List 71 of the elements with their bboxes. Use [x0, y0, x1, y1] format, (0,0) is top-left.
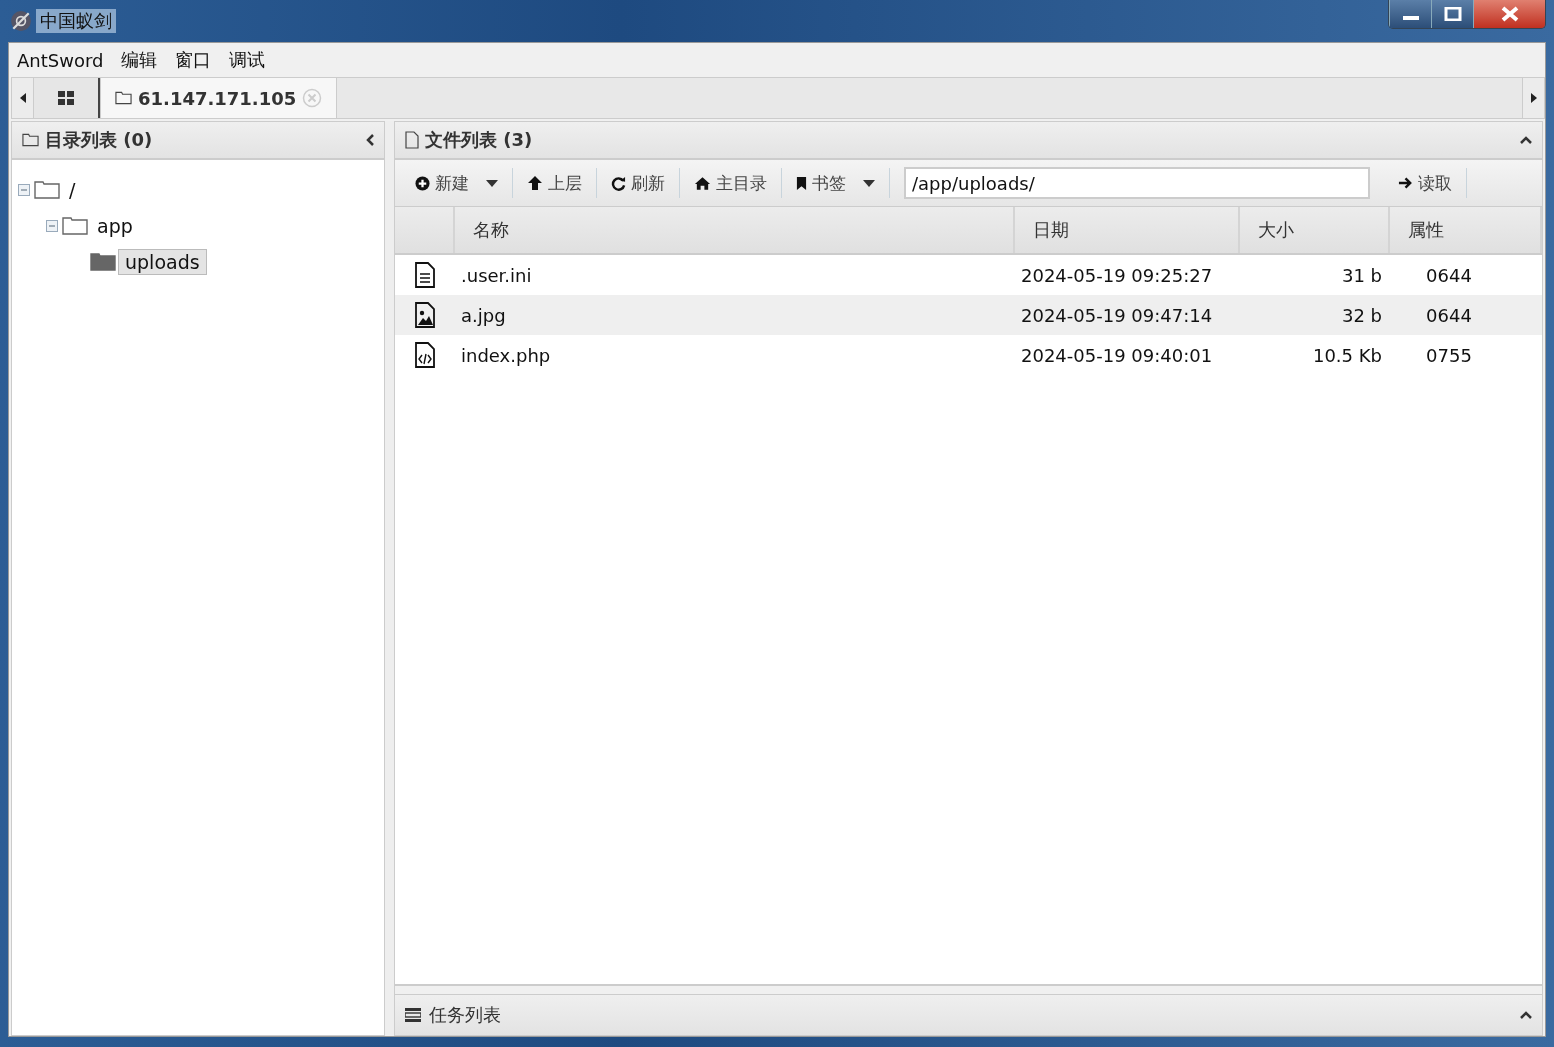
file-row[interactable]: .user.ini 2024-05-19 09:25:27 31 b 0644 [395, 255, 1542, 295]
file-row[interactable]: index.php 2024-05-19 09:40:01 10.5 Kb 0755 [395, 335, 1542, 375]
toolbar-button[interactable]: 书签 [782, 171, 889, 195]
column-header[interactable]: 大小 [1240, 207, 1390, 253]
minimize-button[interactable] [1389, 0, 1431, 28]
minimize-icon [1402, 16, 1419, 20]
code-file-icon [415, 342, 435, 368]
path-field[interactable]: /app/uploads/ [904, 167, 1370, 199]
tree-item[interactable]: app [90, 213, 140, 239]
up-arrow-icon [527, 175, 543, 191]
toolbar-button[interactable]: 上层 [513, 171, 596, 195]
left-triangle-icon [19, 93, 26, 103]
maximize-button[interactable] [1431, 0, 1473, 28]
plus-circle-icon [415, 175, 430, 191]
panel-title: 目录列表 (0) [45, 128, 153, 152]
menu-item[interactable]: 调试 [229, 48, 266, 72]
close-icon [1499, 6, 1520, 22]
home-icon [694, 175, 711, 191]
menu-item[interactable]: 窗口 [175, 48, 212, 72]
column-header[interactable]: 日期 [1015, 207, 1240, 253]
app-logo-icon [10, 10, 32, 32]
toolbar-button[interactable]: 主目录 [680, 171, 781, 195]
collapse-toggle-icon[interactable] [18, 184, 30, 196]
table-cell-text: 0644 [1425, 303, 1473, 328]
image-file-icon [415, 302, 435, 328]
panel-title: 文件列表 (3) [425, 128, 533, 152]
column-header[interactable]: 属性 [1390, 207, 1542, 253]
folder-icon [22, 133, 39, 147]
file-row[interactable]: a.jpg 2024-05-19 09:47:14 32 b 0644 [395, 295, 1542, 335]
tree-item[interactable]: uploads [118, 249, 207, 275]
table-cell-text: index.php [460, 343, 552, 368]
text-file-icon [415, 262, 435, 288]
column-header[interactable]: 名称 [455, 207, 1015, 253]
menu-item[interactable]: 编辑 [121, 48, 158, 72]
folder-icon [115, 91, 132, 105]
collapse-icon[interactable] [366, 134, 374, 146]
table-cell-text: 32 b [1340, 303, 1383, 328]
tree-item[interactable]: / [62, 177, 83, 203]
scroll-right-button[interactable] [1522, 78, 1544, 118]
host-tab[interactable]: 61.147.171.105 [100, 78, 338, 118]
table-cell-text: a.jpg [460, 303, 507, 328]
grid-icon [58, 91, 74, 105]
toolbar-button[interactable]: 刷新 [597, 171, 679, 195]
folder-icon [34, 181, 60, 199]
close-button[interactable] [1473, 0, 1545, 28]
table-cell-text: 0644 [1425, 263, 1473, 288]
panel-title: 任务列表 [429, 1003, 501, 1027]
read-button[interactable]: 读取 [1384, 171, 1466, 195]
table-cell-text: 2024-05-19 09:47:14 [1020, 303, 1214, 328]
scroll-left-button[interactable] [12, 78, 34, 118]
bookmark-icon [796, 175, 807, 191]
folder-icon [90, 253, 116, 271]
right-arrow-icon [1398, 176, 1413, 190]
table-cell-text: .user.ini [460, 263, 533, 288]
file-icon [405, 131, 419, 149]
toolbar-button[interactable]: 新建 [401, 171, 512, 195]
list-icon [405, 1008, 421, 1022]
table-cell-text: 10.5 Kb [1311, 343, 1383, 368]
folder-icon [62, 217, 88, 235]
table-cell-text: 2024-05-19 09:40:01 [1020, 343, 1214, 368]
maximize-icon [1442, 7, 1463, 21]
expand-icon[interactable] [1520, 1011, 1532, 1019]
collapse-icon[interactable] [1520, 136, 1532, 144]
refresh-icon [611, 175, 626, 191]
menu-item[interactable]: AntSword [17, 49, 104, 71]
table-cell-text: 2024-05-19 09:25:27 [1020, 263, 1214, 288]
right-triangle-icon [1530, 93, 1537, 103]
collapse-toggle-icon[interactable] [46, 220, 58, 232]
window-title: 中国蚁剑 [36, 9, 116, 33]
table-cell-text: 31 b [1340, 263, 1383, 288]
table-cell-text: 0755 [1425, 343, 1473, 368]
